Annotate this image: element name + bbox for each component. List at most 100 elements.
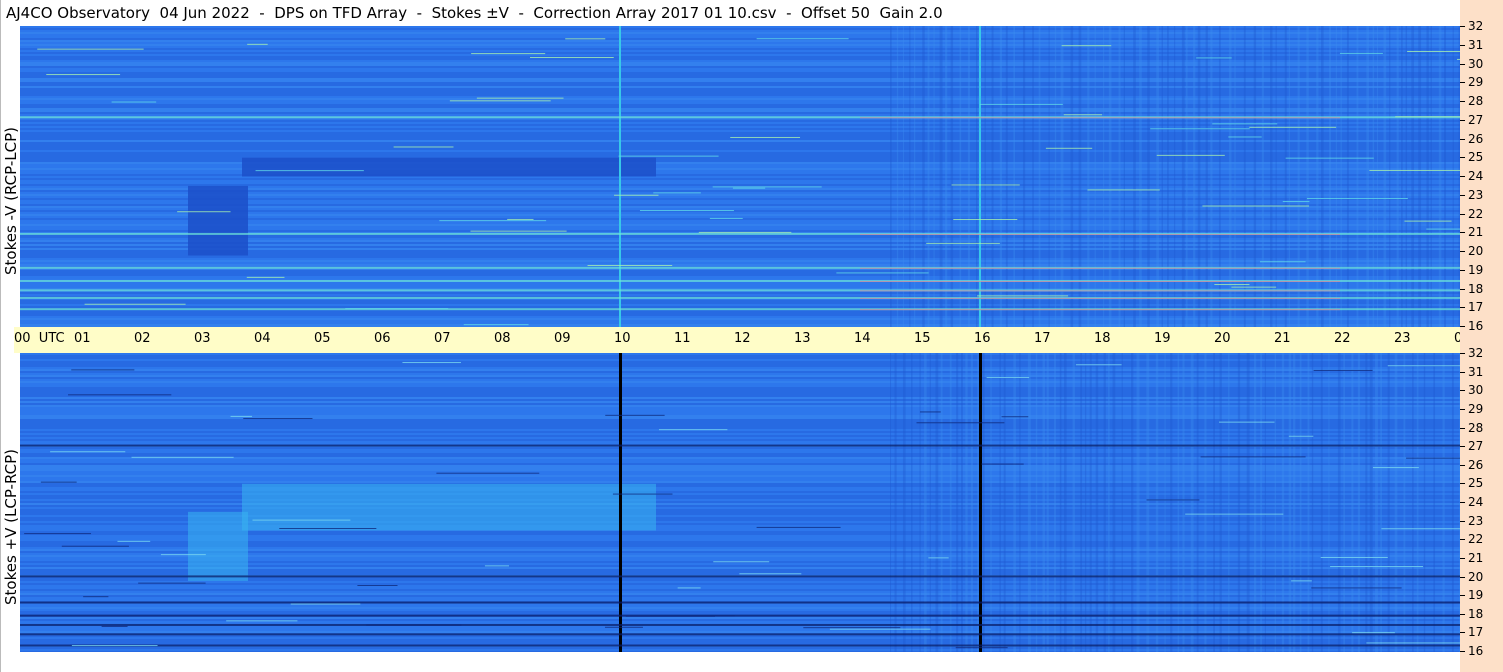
heatmap-row (20, 465, 1460, 467)
dim-dash (1330, 566, 1424, 568)
time-tick-label: 09 (554, 331, 571, 346)
heatmap-column (1387, 353, 1390, 652)
heatmap-row (20, 459, 1460, 461)
heatmap-row (20, 499, 1460, 501)
heatmap-row (20, 409, 1460, 411)
heatmap-row (20, 595, 1460, 597)
heatmap-row (20, 585, 1460, 587)
heatmap-row (20, 475, 1460, 477)
bright-dash (979, 103, 1063, 105)
frequency-tick-label: 22 (1468, 207, 1484, 221)
frequency-tick-mark (1460, 483, 1465, 484)
heatmap-column (1442, 353, 1445, 652)
dim-dash (1320, 556, 1388, 558)
heatmap-row (20, 649, 1460, 651)
heatmap-column (1095, 353, 1099, 652)
frequency-tick-mark (1460, 521, 1465, 522)
bright-dash (246, 276, 285, 278)
heatmap-column (1369, 353, 1373, 652)
hot-line-accent (860, 297, 1340, 299)
heatmap-row (20, 355, 1460, 357)
time-tick-label: 19 (1154, 331, 1171, 346)
hot-line-accent (860, 280, 1340, 282)
heatmap-row (20, 637, 1460, 639)
heatmap-column (1357, 353, 1361, 652)
dim-dash (101, 625, 128, 627)
heatmap-row (20, 507, 1460, 509)
time-tick-label: 21 (1274, 331, 1291, 346)
heatmap-row (20, 609, 1460, 611)
dim-dash (981, 463, 1024, 465)
bright-dash (1196, 57, 1232, 59)
bright-dash (507, 218, 534, 220)
heatmap-row (20, 405, 1460, 407)
heatmap-row (20, 395, 1460, 397)
heatmap-column (1046, 353, 1049, 652)
dark-line (20, 575, 1460, 578)
heatmap-row (20, 427, 1460, 429)
heatmap-row (20, 491, 1460, 493)
heatmap-column (1035, 353, 1038, 652)
heatmap-row (20, 453, 1460, 455)
heatmap-row (20, 467, 1460, 469)
bright-dash (639, 210, 734, 212)
frequency-tick-mark (1460, 101, 1465, 102)
frequency-tick-label: 28 (1468, 94, 1484, 108)
dim-dash (756, 526, 841, 528)
heatmap-row (20, 629, 1460, 631)
heatmap-column (1281, 353, 1285, 652)
heatmap-row (20, 483, 1460, 485)
dark-line (20, 623, 1460, 626)
hot-line-accent (860, 267, 1340, 269)
heatmap-column (1190, 353, 1194, 652)
spectrogram-heatmap (20, 353, 1460, 652)
bright-dash (1426, 228, 1460, 230)
frequency-tick-mark (1460, 64, 1465, 65)
heatmap-row (20, 439, 1460, 441)
heatmap-column (1451, 353, 1454, 652)
time-tick-label: 17 (1034, 331, 1051, 346)
heatmap-column (1264, 353, 1266, 652)
heatmap-row (20, 399, 1460, 401)
heatmap-row (20, 423, 1460, 425)
heatmap-row (20, 359, 1460, 361)
heatmap-column (919, 353, 921, 652)
frequency-tick-mark (1460, 372, 1465, 373)
bright-dash (1339, 52, 1383, 54)
frequency-tick-mark (1460, 595, 1465, 596)
heatmap-column (911, 353, 913, 652)
time-tick-label: 03 (194, 331, 211, 346)
bright-dash (255, 170, 364, 172)
heatmap-row (20, 429, 1460, 431)
heatmap-column (1375, 353, 1378, 652)
heatmap-column (1108, 353, 1110, 652)
dark-band (242, 157, 656, 177)
bright-dash (247, 43, 268, 45)
dim-dash (484, 565, 510, 567)
bright-dash (1249, 126, 1337, 128)
heatmap-row (20, 373, 1460, 375)
heatmap-column (1228, 353, 1230, 652)
frequency-tick-mark (1460, 390, 1465, 391)
bright-dash (345, 308, 449, 310)
heatmap-row (20, 383, 1460, 385)
bright-dash (1306, 198, 1408, 200)
heatmap-column (1423, 353, 1426, 652)
heatmap-column (1072, 353, 1075, 652)
heatmap-column (894, 353, 897, 652)
heatmap-row (20, 369, 1460, 371)
heatmap-row (20, 627, 1460, 629)
heatmap-column (1237, 353, 1241, 652)
dim-dash (1219, 421, 1275, 423)
heatmap-column (1311, 353, 1314, 652)
time-tick-label: 16 (974, 331, 991, 346)
heatmap-row (20, 387, 1460, 389)
heatmap-column (1394, 353, 1398, 652)
dim-dash (713, 561, 770, 563)
bright-dash (1404, 220, 1452, 222)
frequency-tick-mark (1460, 409, 1465, 410)
heatmap-column (1080, 353, 1083, 652)
heatmap-row (20, 377, 1460, 379)
bright-dash (953, 219, 1018, 221)
heatmap-row (20, 431, 1460, 433)
